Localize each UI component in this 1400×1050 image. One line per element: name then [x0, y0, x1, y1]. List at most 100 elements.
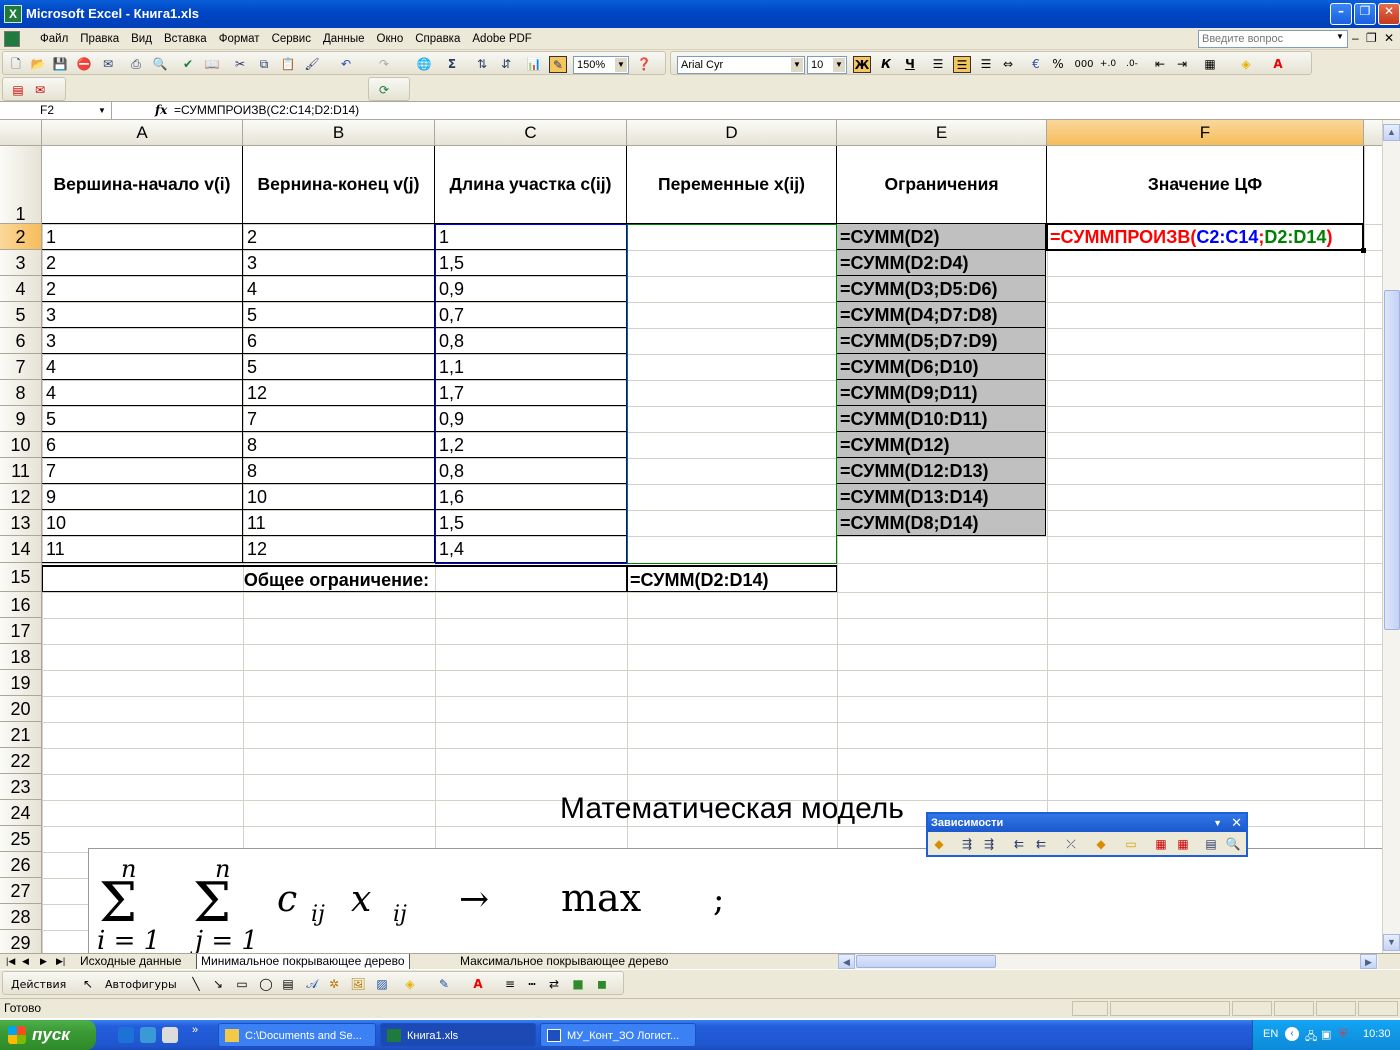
total-constraint-formula[interactable]: =СУММ(D2:D14) — [627, 565, 837, 592]
cell-b[interactable]: 8 — [243, 458, 435, 484]
active-cell-f2[interactable]: =СУММПРОИЗВ(C2:C14;D2:D14) — [1046, 223, 1364, 251]
paste-icon[interactable]: 📋 — [279, 56, 297, 73]
increase-decimal-icon[interactable]: +.0 — [1099, 56, 1117, 73]
research-icon[interactable]: 📖 — [203, 56, 221, 73]
sort-desc-icon[interactable]: ⇵ — [497, 56, 515, 73]
select-all-corner[interactable] — [0, 120, 42, 146]
currency-icon[interactable]: € — [1027, 56, 1045, 73]
fill-color-icon[interactable]: ◈ — [401, 976, 419, 993]
rectangle-icon[interactable]: ▭ — [233, 976, 251, 993]
arrow-style-icon[interactable]: ⇄ — [545, 976, 563, 993]
cell-a[interactable]: 5 — [42, 406, 243, 432]
open-icon[interactable]: 📂 — [29, 56, 47, 73]
shadow-icon[interactable]: ■ — [569, 976, 587, 993]
constraint-cell[interactable]: =СУММ(D6;D10) — [837, 354, 1046, 380]
cell-a[interactable]: 4 — [42, 354, 243, 380]
email-icon[interactable]: ✉ — [99, 56, 117, 73]
cut-icon[interactable]: ✂ — [231, 56, 249, 73]
column-header-c[interactable]: C — [435, 120, 627, 146]
comment-icon[interactable]: ▭ — [1122, 836, 1140, 853]
cell-a[interactable]: 9 — [42, 484, 243, 510]
row-header[interactable]: 17 — [0, 618, 42, 644]
row-header[interactable]: 11 — [0, 458, 42, 484]
row-header[interactable]: 2 — [0, 224, 42, 250]
row-header[interactable]: 22 — [0, 748, 42, 774]
drawing-icon[interactable]: ✎ — [549, 56, 567, 73]
constraint-cell[interactable]: =СУММ(D13:D14) — [837, 484, 1046, 510]
line-color-icon[interactable]: ✎ — [435, 976, 453, 993]
font-color-icon[interactable]: A — [1269, 56, 1287, 73]
merge-center-icon[interactable]: ⇔ — [999, 56, 1017, 73]
row-header[interactable]: 29 — [0, 930, 42, 953]
menu-window[interactable]: Окно — [371, 31, 410, 47]
cell-c[interactable]: 0,8 — [435, 458, 627, 484]
cell-a[interactable]: 2 — [42, 276, 243, 302]
quicklaunch-more-icon[interactable]: » — [192, 1024, 198, 1036]
picture-icon[interactable]: ▨ — [373, 976, 391, 993]
undo-icon[interactable]: ↶ — [337, 56, 355, 73]
row-header[interactable]: 15 — [0, 563, 42, 592]
font-size-select[interactable]: 10 ▼ — [807, 56, 847, 74]
row-header[interactable]: 24 — [0, 800, 42, 826]
row-header[interactable]: 21 — [0, 722, 42, 748]
pdf-email-icon[interactable]: ✉ — [31, 82, 49, 99]
trace-precedents-icon[interactable]: ⇶ — [958, 836, 976, 853]
arrow-icon[interactable]: ↘ — [209, 976, 227, 993]
restore-button[interactable]: ❐ — [1354, 3, 1376, 25]
sort-asc-icon[interactable]: ⇅ — [473, 56, 491, 73]
cell-c[interactable]: 1,4 — [435, 536, 627, 563]
underline-button[interactable]: Ч — [901, 56, 919, 73]
clipart-icon[interactable]: 🖼 — [349, 976, 367, 993]
spelling-icon[interactable]: ✔ — [179, 56, 197, 73]
sheet-tab-source-data[interactable]: Исходные данные — [76, 954, 185, 969]
remove-dependents-icon[interactable]: ⇇ — [1032, 836, 1050, 853]
diagram-icon[interactable]: ✲ — [325, 976, 343, 993]
row-header[interactable]: 9 — [0, 406, 42, 432]
remove-arrows-icon[interactable]: ⤫ — [1062, 836, 1080, 853]
menu-file[interactable]: Файл — [34, 31, 74, 47]
cell-c[interactable]: 1,5 — [435, 250, 627, 276]
constraint-cell[interactable]: =СУММ(D12) — [837, 432, 1046, 458]
format-painter-icon[interactable]: 🖌 — [303, 56, 321, 73]
doc-restore-button[interactable]: ❐ — [1366, 31, 1377, 45]
chevron-down-icon[interactable]: ▼ — [1336, 32, 1344, 41]
row-header[interactable]: 18 — [0, 644, 42, 670]
cell-c[interactable]: 1,1 — [435, 354, 627, 380]
scroll-up-button[interactable]: ▲ — [1383, 124, 1400, 141]
3d-icon[interactable]: ◼ — [593, 976, 611, 993]
constraint-cell[interactable]: =СУММ(D12:D13) — [837, 458, 1046, 484]
scroll-right-button[interactable]: ▶ — [1360, 954, 1377, 969]
cell-a[interactable]: 2 — [42, 250, 243, 276]
cell-b[interactable]: 10 — [243, 484, 435, 510]
column-header-e[interactable]: E — [837, 120, 1047, 146]
permission-icon[interactable]: ⛔ — [75, 56, 93, 73]
textbox-icon[interactable]: ▤ — [279, 976, 297, 993]
minimize-button[interactable]: – — [1330, 3, 1352, 25]
menu-insert[interactable]: Вставка — [158, 31, 213, 47]
row-header[interactable]: 12 — [0, 484, 42, 510]
prev-sheet-button[interactable]: ◀ — [18, 954, 33, 969]
doc-minimize-button[interactable]: – — [1352, 31, 1359, 45]
cell-b[interactable]: 2 — [243, 224, 435, 250]
cell-b[interactable]: 7 — [243, 406, 435, 432]
constraint-cell[interactable]: =СУММ(D10:D11) — [837, 406, 1046, 432]
cell-a[interactable]: 4 — [42, 380, 243, 406]
column-header-g[interactable] — [1364, 120, 1382, 146]
chevron-down-icon[interactable]: ▼ — [98, 102, 106, 119]
cell-a[interactable]: 10 — [42, 510, 243, 536]
percent-button[interactable]: % — [1049, 56, 1067, 73]
constraint-cell[interactable]: =СУММ(D8;D14) — [837, 510, 1046, 536]
vertical-scroll-thumb[interactable] — [1384, 290, 1400, 630]
error-check-icon[interactable]: ◆ — [930, 836, 948, 853]
row-header[interactable]: 4 — [0, 276, 42, 302]
bold-button[interactable]: Ж — [853, 56, 871, 73]
row-header[interactable]: 1 — [0, 146, 42, 224]
zoom-select[interactable]: 150% ▼ — [573, 56, 629, 74]
row-header[interactable]: 14 — [0, 536, 42, 563]
row-header[interactable]: 5 — [0, 302, 42, 328]
circle-invalid-icon[interactable]: ▦ — [1152, 836, 1170, 853]
align-center-icon[interactable]: ☰ — [953, 56, 971, 73]
column-header-b[interactable]: B — [243, 120, 435, 146]
notepad-icon[interactable] — [162, 1027, 178, 1043]
cell-a[interactable]: 11 — [42, 536, 243, 563]
